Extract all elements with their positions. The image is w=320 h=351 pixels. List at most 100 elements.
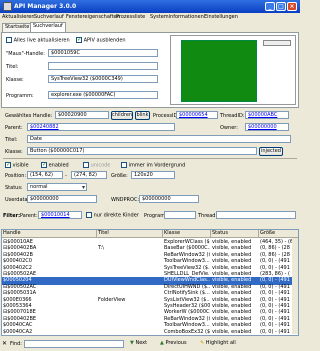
maximize-button[interactable]: □ (276, 2, 286, 11)
details-separator (3, 158, 297, 159)
status-select[interactable]: normal (27, 183, 87, 191)
direct-children-box[interactable] (86, 212, 92, 218)
tab-startseite[interactable]: Startseite (2, 23, 33, 32)
column-header-handle[interactable]: Handle (2, 230, 97, 238)
search-class-field[interactable]: SysTreeView32 ($0000C349) (48, 75, 158, 83)
search-title-field[interactable] (48, 62, 158, 70)
filter-program-label: Program (144, 213, 166, 219)
userdata-label: Userdata: (5, 197, 30, 203)
filter-thread-label: Thread (198, 213, 216, 219)
column-header-titel[interactable]: Titel (97, 230, 163, 238)
hide-api-checkbox[interactable]: APIV ausblenden (76, 36, 126, 44)
search-class-label: Klasse: (6, 77, 24, 83)
owner-label: Owner: (220, 125, 238, 131)
visible-checkbox[interactable]: visible (5, 161, 29, 169)
window-preview (170, 35, 296, 105)
detail-class-field[interactable]: Button ($00000C017) (27, 147, 257, 155)
foreground-box[interactable] (121, 162, 127, 168)
filter-parent-label: Parent: (20, 213, 38, 219)
owner-field[interactable]: $00000000 (245, 123, 289, 131)
size-label: Größe: (111, 173, 128, 179)
search-title-label: Titel: (6, 64, 19, 70)
filter-bar: Filter: Parent: $00010014 nur direkte Ki… (0, 209, 300, 227)
unicode-checkbox[interactable]: unicode (83, 162, 110, 169)
injected-button[interactable]: injected (259, 147, 283, 156)
search-program-label: Programm: (6, 93, 34, 99)
process-id-field[interactable]: $00000654 (176, 111, 218, 119)
position-left-field[interactable]: (154, 62) (27, 171, 63, 179)
filter-label: Filter: (3, 213, 21, 219)
size-field[interactable]: 120x20 (131, 171, 175, 179)
filter-thread-field[interactable] (216, 211, 296, 219)
parent-label: Parent: (5, 125, 23, 131)
menu-prozessliste[interactable]: Prozessliste (116, 14, 145, 20)
find-previous-button[interactable]: ▲ Previous (160, 340, 187, 346)
children-button[interactable]: children (111, 111, 133, 120)
auto-refresh-checkbox[interactable]: Alles live aktualisieren (6, 37, 70, 44)
arrow-up-icon: ▲ (160, 340, 164, 346)
wndproc-field[interactable]: $00000000 (139, 195, 199, 203)
tab-suchverlauf[interactable]: Suchverlauf (30, 22, 66, 32)
detail-title-field[interactable]: Date (27, 135, 291, 143)
hide-api-box[interactable] (76, 36, 82, 43)
find-previous-label: Previous (165, 340, 187, 346)
enabled-box[interactable] (41, 161, 47, 168)
cell-handle: $00040CA2 (3, 328, 33, 335)
position-label: Position: (5, 173, 27, 179)
window-tree-grid[interactable]: Handle Titel Klasse Status Größe ⊟$00010… (1, 229, 299, 336)
column-header-status[interactable]: Status (211, 230, 259, 238)
cell-status: visible, enabled (212, 328, 252, 335)
position-right-field[interactable]: (274, 82) (71, 171, 107, 179)
preview-bar-icon (263, 40, 291, 46)
enabled-checkbox[interactable]: enabled (41, 161, 69, 169)
menu-systeminformationen[interactable]: Systeminformationen (150, 14, 204, 20)
thread-id-label: ThreadID: (220, 113, 245, 119)
filter-program-field[interactable] (164, 211, 196, 219)
menu-fenstereigenschaften[interactable]: Fenstereigenschaften (66, 14, 120, 20)
selected-handle-label: Gewähltes Handle: (5, 113, 53, 119)
highlight-all-button[interactable]: ✎ Highlight all (200, 340, 236, 346)
minimize-button[interactable]: _ (265, 2, 275, 11)
blink-button[interactable]: blink (135, 111, 150, 120)
cell-cls: ComboBoxEx32 ($... (164, 328, 210, 335)
find-input[interactable] (24, 340, 124, 348)
highlight-all-label: Highlight all (205, 340, 236, 346)
menu-suchverlauf[interactable]: Suchverlauf (34, 14, 64, 20)
grid-scrollbar[interactable] (292, 238, 298, 334)
detail-title-label: Titel: (5, 137, 18, 143)
details-panel: Gewähltes Handle: $00020900 children bli… (1, 110, 299, 206)
auto-refresh-box[interactable] (6, 37, 12, 43)
userdata-field[interactable]: $00000000 (27, 195, 97, 203)
mouse-handle-field[interactable]: $0001059C (48, 49, 158, 57)
position-separator: - (65, 173, 67, 179)
direct-children-label: nur direkte Kinder (93, 212, 139, 219)
find-next-label: Next (135, 340, 148, 346)
detail-class-label: Klasse: (5, 149, 23, 155)
foreground-checkbox[interactable]: immer im Vordergrund (121, 162, 185, 169)
filter-parent-field[interactable]: $00010014 (38, 211, 82, 219)
selected-handle-field[interactable]: $00020900 (55, 111, 109, 119)
preview-highlight (181, 40, 257, 102)
direct-children-checkbox[interactable]: nur direkte Kinder (86, 212, 139, 219)
search-program-field[interactable]: explorer.exe ($00000FAC) (48, 91, 158, 99)
find-label: Find: (10, 341, 22, 347)
parent-field[interactable]: $00240882 (27, 123, 175, 131)
highlight-icon: ✎ (200, 340, 205, 346)
close-button[interactable]: × (287, 2, 297, 11)
column-header-klasse[interactable]: Klasse (163, 230, 211, 238)
foreground-label: immer im Vordergrund (128, 162, 186, 169)
search-panel: Alles live aktualisieren APIV ausblenden… (1, 32, 299, 108)
find-next-button[interactable]: ▼ Next (130, 340, 147, 346)
visible-box[interactable] (5, 161, 11, 168)
menu-einstellungen[interactable]: Einstellungen (204, 14, 238, 20)
table-row[interactable]: $00040CA2 ComboBoxEx32 ($... visible, enab… (2, 328, 298, 335)
auto-refresh-label: Alles live aktualisieren (13, 37, 70, 44)
column-header-groesse[interactable]: Größe (259, 230, 298, 238)
window-title: API Manager 3.0.0 (14, 3, 77, 10)
arrow-down-icon: ▼ (130, 340, 134, 346)
unicode-box[interactable] (83, 162, 89, 168)
enabled-label: enabled (48, 162, 69, 169)
thread-id-field[interactable]: $00000ABC (245, 111, 289, 119)
find-close-icon[interactable]: ✕ (2, 340, 7, 347)
menu-aktualisieren[interactable]: Aktualisieren (2, 14, 35, 20)
